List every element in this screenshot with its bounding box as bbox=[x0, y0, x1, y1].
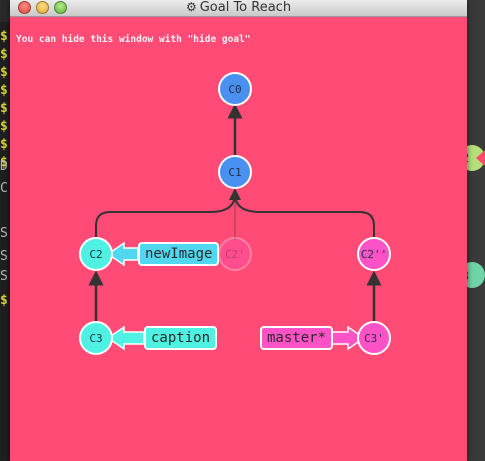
commit-node-c2[interactable]: C2 bbox=[79, 237, 113, 271]
terminal-glyph: $ bbox=[0, 119, 8, 134]
commit-label: C0 bbox=[228, 83, 241, 96]
commit-node-c1[interactable]: C1 bbox=[218, 155, 252, 189]
commit-node-c3[interactable]: C3 bbox=[79, 321, 113, 355]
branch-tag-caption[interactable]: caption bbox=[144, 326, 218, 350]
background-graph-area bbox=[467, 0, 485, 461]
commit-label: C3' bbox=[364, 332, 384, 345]
branch-tag-master[interactable]: master* bbox=[260, 326, 334, 350]
terminal-glyph: S bbox=[0, 226, 8, 241]
terminal-glyph: $ bbox=[0, 137, 8, 152]
terminal-glyph: $ bbox=[0, 83, 8, 98]
terminal-glyph: $ bbox=[0, 29, 8, 44]
terminal-glyph: $ bbox=[0, 293, 8, 308]
branch-pointer-caption bbox=[106, 325, 145, 351]
commit-node-c2-ghost: C2' bbox=[218, 237, 252, 271]
commit-node-c2pp[interactable]: C2'' bbox=[357, 237, 391, 271]
background-branch-arrow bbox=[476, 150, 485, 166]
commit-label: C2 bbox=[89, 248, 102, 261]
goal-window: ⚙ Goal To Reach You can hide this window … bbox=[10, 0, 467, 461]
terminal-glyph: $ bbox=[0, 101, 8, 116]
terminal-glyph: C bbox=[0, 181, 8, 196]
terminal-glyph: D bbox=[0, 159, 8, 174]
terminal-glyph: $ bbox=[0, 47, 8, 62]
branch-tag-newImage[interactable]: newImage bbox=[138, 242, 220, 266]
terminal-glyph: $ bbox=[0, 65, 8, 80]
terminal-strip: $ $ $ $ $ $ $ $ D C S S S $ bbox=[0, 22, 10, 461]
commit-node-c3p[interactable]: C3' bbox=[357, 321, 391, 355]
commit-label: C1 bbox=[228, 166, 241, 179]
edge-c2pp-c1 bbox=[234, 193, 375, 240]
commit-node-c0[interactable]: C0 bbox=[218, 72, 252, 106]
terminal-glyph: S bbox=[0, 269, 8, 284]
terminal-glyph: S bbox=[0, 249, 8, 264]
edge-c2-c1 bbox=[95, 188, 241, 240]
commit-label: C2' bbox=[225, 248, 245, 261]
commit-label: C3 bbox=[89, 332, 102, 345]
commit-graph: C0 C1 C2 C2' C2'' C3 C3' bbox=[79, 72, 391, 355]
commit-label: C2'' bbox=[361, 248, 388, 261]
